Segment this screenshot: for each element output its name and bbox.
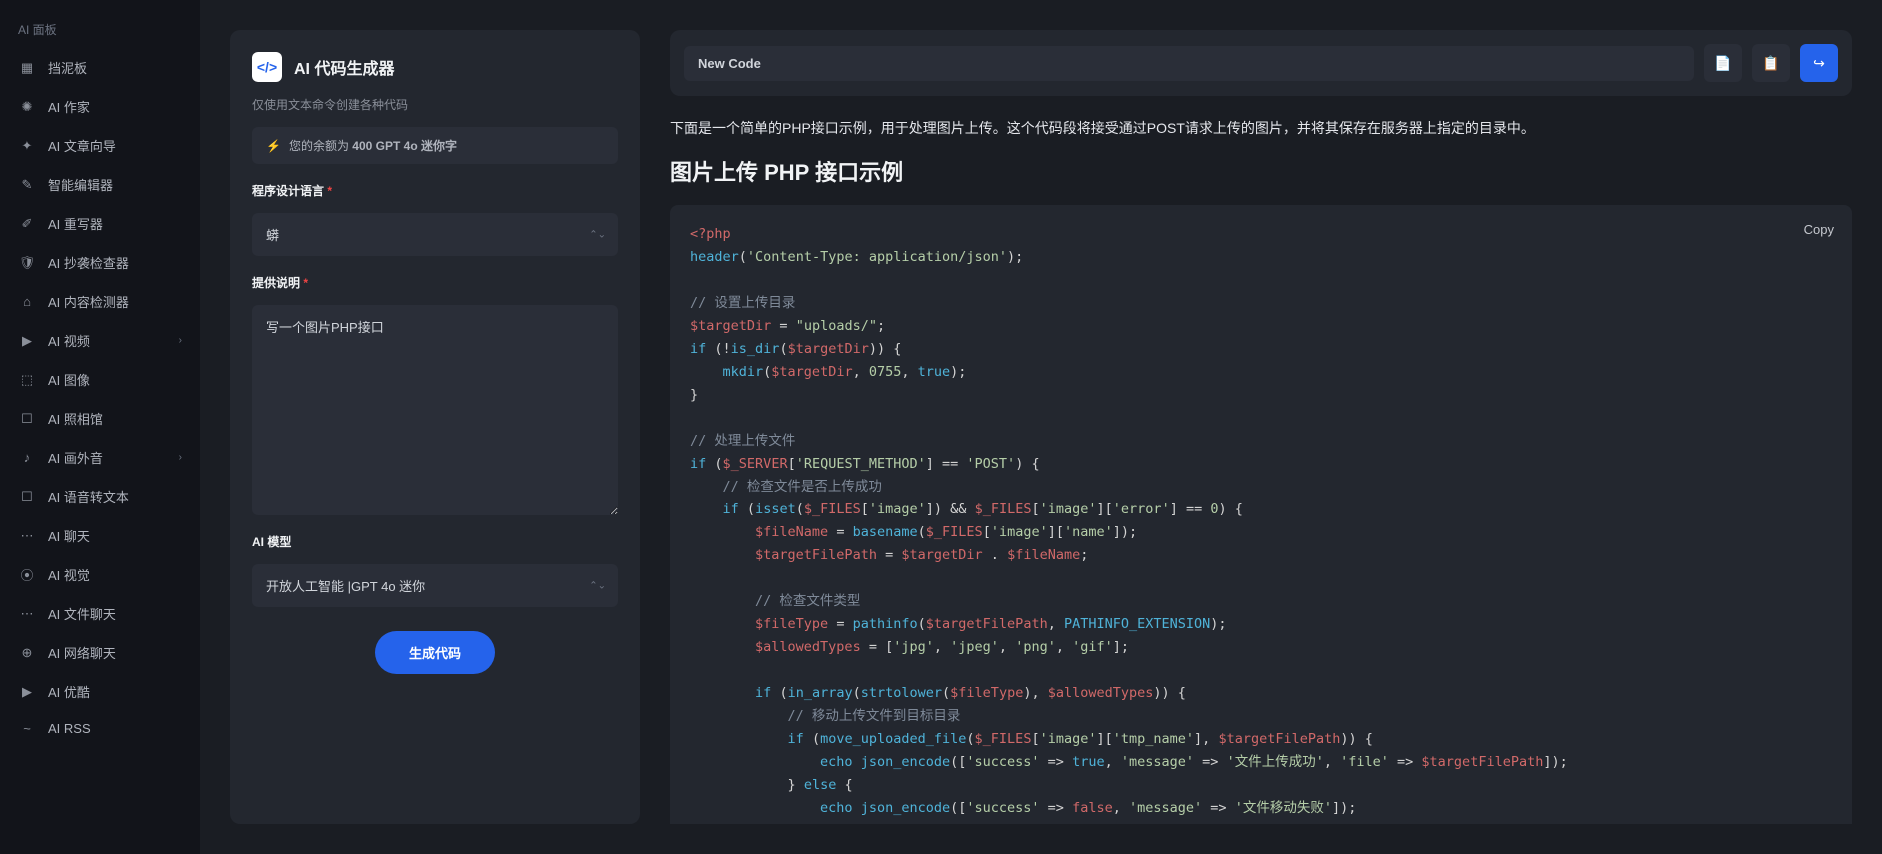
- sidebar-item-icon: ✦: [18, 138, 36, 154]
- chevron-right-icon: ›: [179, 335, 182, 346]
- sidebar-item[interactable]: 🛡 AI 抄袭检查器: [0, 243, 200, 282]
- sidebar-item[interactable]: ✐ AI 重写器: [0, 204, 200, 243]
- sidebar-item-icon: ⦿: [18, 565, 36, 584]
- copy-icon[interactable]: 📋: [1752, 44, 1790, 82]
- sidebar-item[interactable]: ✦ AI 文章向导: [0, 126, 200, 165]
- output-toolbar: 📄 📋 ↪: [670, 30, 1852, 96]
- model-label: AI 模型: [252, 533, 618, 550]
- sidebar-item-label: 挡泥板: [48, 58, 87, 77]
- sidebar-item-icon: ✎: [18, 177, 36, 193]
- code-content: <?php header('Content-Type: application/…: [690, 223, 1832, 824]
- sidebar-item[interactable]: ✎ 智能编辑器: [0, 165, 200, 204]
- instructions-input[interactable]: [252, 305, 618, 515]
- sidebar-item[interactable]: ▶ AI 优酷: [0, 672, 200, 711]
- sidebar-item[interactable]: ⊕ AI 网络聊天: [0, 633, 200, 672]
- generator-panel: </> AI 代码生成器 仅使用文本命令创建各种代码 ⚡ 您的余额为 400 G…: [230, 30, 640, 824]
- sidebar: AI 面板 ▦ 挡泥板 ✺ AI 作家 ✦ AI 文章向导 ✎ 智能编辑器 ✐ AI 重写器 🛡 AI…: [0, 0, 200, 854]
- sidebar-item-icon: ⬚: [18, 372, 36, 388]
- sidebar-item-icon: ✺: [18, 99, 36, 115]
- sidebar-item-label: AI 画外音: [48, 448, 103, 467]
- sidebar-item-icon: ▦: [18, 60, 36, 76]
- quota-banner: ⚡ 您的余额为 400 GPT 4o 迷你字: [252, 127, 618, 164]
- sidebar-item-label: AI 文件聊天: [48, 604, 116, 623]
- output-heading: 图片上传 PHP 接口示例: [670, 155, 1852, 187]
- panel-title: AI 代码生成器: [294, 55, 394, 79]
- code-icon: </>: [252, 52, 282, 82]
- sidebar-item[interactable]: ☐ AI 语音转文本: [0, 477, 200, 516]
- document-icon[interactable]: 📄: [1704, 44, 1742, 82]
- sidebar-item[interactable]: ♪ AI 画外音 ›: [0, 438, 200, 477]
- sidebar-item[interactable]: ⦿ AI 视觉: [0, 555, 200, 594]
- sidebar-item-icon: ✐: [18, 216, 36, 232]
- output-content: 下面是一个简单的PHP接口示例，用于处理图片上传。这个代码段将接受通过POST请…: [670, 116, 1852, 824]
- sidebar-item-icon: 🛡: [18, 255, 36, 271]
- sidebar-item[interactable]: ⋯ AI 聊天: [0, 516, 200, 555]
- sidebar-item[interactable]: ✺ AI 作家: [0, 87, 200, 126]
- output-panel: 📄 📋 ↪ 下面是一个简单的PHP接口示例，用于处理图片上传。这个代码段将接受通…: [670, 30, 1852, 824]
- export-icon[interactable]: ↪: [1800, 44, 1838, 82]
- sidebar-item-label: AI 作家: [48, 97, 90, 116]
- output-description: 下面是一个简单的PHP接口示例，用于处理图片上传。这个代码段将接受通过POST请…: [670, 116, 1852, 141]
- sidebar-item-label: AI 抄袭检查器: [48, 253, 129, 272]
- sidebar-item-icon: ⌂: [18, 294, 36, 309]
- sidebar-item[interactable]: ⌂ AI 内容检测器: [0, 282, 200, 321]
- instructions-label: 提供说明 *: [252, 274, 618, 291]
- sidebar-item-label: AI 照相馆: [48, 409, 103, 428]
- sidebar-item-icon: ⊕: [18, 645, 36, 661]
- sidebar-item-icon: ⋯: [18, 528, 36, 544]
- model-select[interactable]: 开放人工智能 |GPT 4o 迷你: [252, 564, 618, 607]
- sidebar-item[interactable]: ⬚ AI 图像: [0, 360, 200, 399]
- sidebar-item-label: AI 文章向导: [48, 136, 116, 155]
- sidebar-item[interactable]: ☐ AI 照相馆: [0, 399, 200, 438]
- sidebar-item-icon: ▶: [18, 684, 36, 700]
- sidebar-item-label: AI 图像: [48, 370, 90, 389]
- sidebar-item-label: AI 内容检测器: [48, 292, 129, 311]
- sidebar-item-icon: ▶: [18, 333, 36, 349]
- sidebar-item-label: AI 聊天: [48, 526, 90, 545]
- lang-select[interactable]: 蟒: [252, 213, 618, 256]
- bolt-icon: ⚡: [266, 139, 281, 153]
- chevron-right-icon: ›: [179, 452, 182, 463]
- sidebar-item-label: AI 优酷: [48, 682, 90, 701]
- sidebar-item[interactable]: ▶ AI 视频 ›: [0, 321, 200, 360]
- copy-code-button[interactable]: Copy: [1804, 219, 1834, 241]
- code-block: Copy <?php header('Content-Type: applica…: [670, 205, 1852, 824]
- sidebar-item-label: 智能编辑器: [48, 175, 113, 194]
- sidebar-item-label: AI 视频: [48, 331, 90, 350]
- sidebar-item-label: AI 语音转文本: [48, 487, 129, 506]
- sidebar-item-label: AI RSS: [48, 721, 91, 736]
- sidebar-item-icon: ☐: [18, 489, 36, 505]
- panel-subtitle: 仅使用文本命令创建各种代码: [252, 96, 618, 113]
- lang-label: 程序设计语言 *: [252, 182, 618, 199]
- sidebar-item-icon: ⋯: [18, 606, 36, 622]
- generate-button[interactable]: 生成代码: [375, 631, 495, 674]
- document-title-input[interactable]: [684, 46, 1694, 81]
- sidebar-item[interactable]: ⋯ AI 文件聊天: [0, 594, 200, 633]
- sidebar-item-label: AI 网络聊天: [48, 643, 116, 662]
- sidebar-item-icon: ☐: [18, 411, 36, 427]
- sidebar-section-title: AI 面板: [0, 15, 200, 48]
- sidebar-item-icon: ~: [18, 721, 36, 736]
- sidebar-item-label: AI 重写器: [48, 214, 103, 233]
- sidebar-item-label: AI 视觉: [48, 565, 90, 584]
- sidebar-item[interactable]: ▦ 挡泥板: [0, 48, 200, 87]
- main-area: </> AI 代码生成器 仅使用文本命令创建各种代码 ⚡ 您的余额为 400 G…: [200, 0, 1882, 854]
- sidebar-item-icon: ♪: [18, 450, 36, 465]
- sidebar-item[interactable]: ~ AI RSS: [0, 711, 200, 746]
